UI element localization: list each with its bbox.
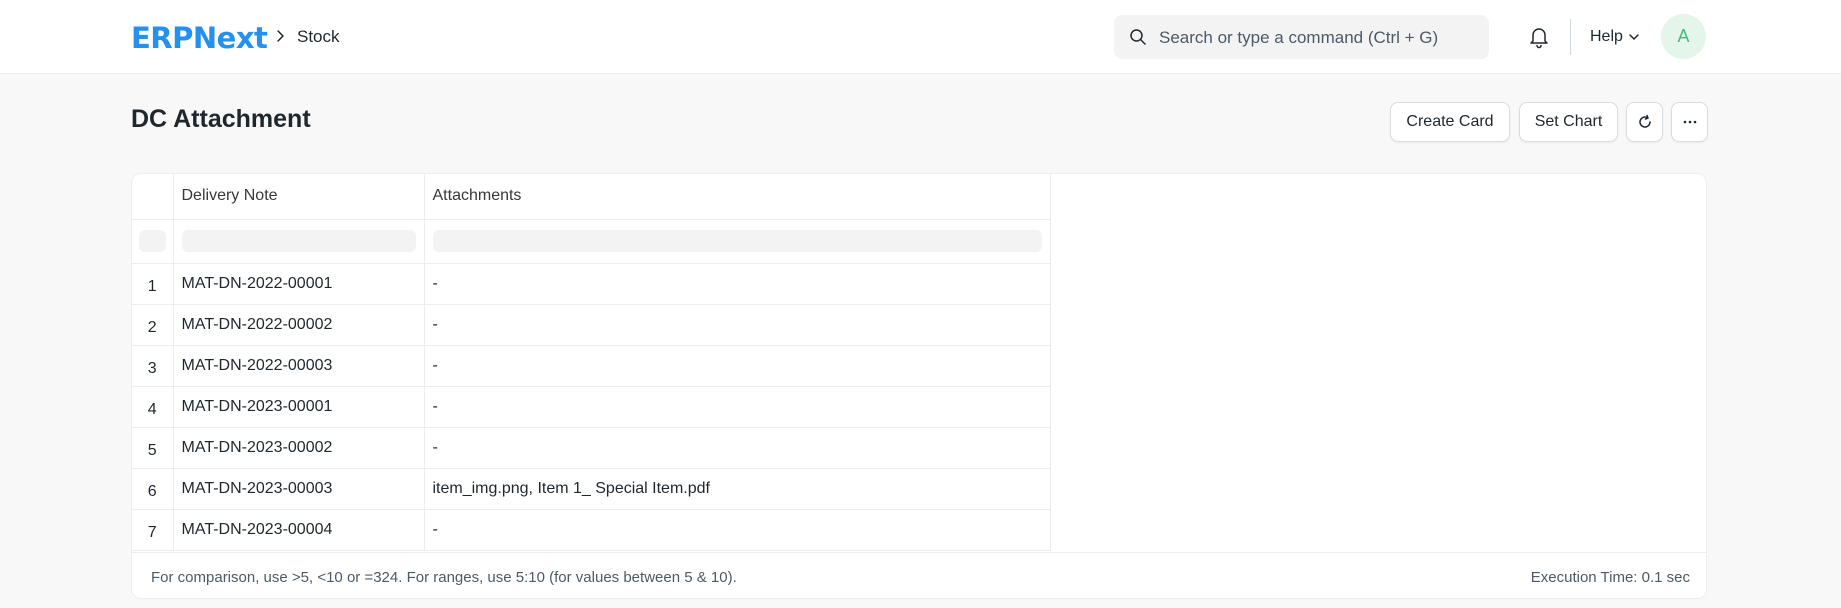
execution-time: Execution Time: 0.1 sec — [1530, 569, 1690, 586]
breadcrumb-stock[interactable]: Stock — [297, 26, 340, 48]
row-index: 4 — [132, 386, 174, 428]
table-row: 5 MAT-DN-2023-00002 - — [132, 427, 1051, 469]
attachments-cell[interactable]: - — [424, 427, 1051, 469]
delivery-note-cell[interactable]: MAT-DN-2022-00002 — [173, 304, 425, 346]
row-index-header — [132, 174, 174, 220]
refresh-icon — [1638, 114, 1651, 128]
delivery-note-cell[interactable]: MAT-DN-2023-00004 — [173, 509, 425, 551]
attachments-cell[interactable]: - — [424, 509, 1051, 551]
row-index: 3 — [132, 345, 174, 387]
column-header-attachments[interactable]: Attachments — [424, 174, 1051, 220]
search-input[interactable]: Search or type a command (Ctrl + G) — [1159, 27, 1438, 49]
delivery-note-cell[interactable]: MAT-DN-2023-00002 — [173, 427, 425, 469]
search-icon — [1130, 29, 1146, 45]
attachments-cell[interactable]: - — [424, 386, 1051, 428]
row-index: 7 — [132, 509, 174, 551]
search-bar[interactable]: Search or type a command (Ctrl + G) — [1114, 15, 1489, 59]
chevron-right-icon — [277, 30, 284, 42]
table-row: 6 MAT-DN-2023-00003 item_img.png, Item 1… — [132, 468, 1051, 510]
delivery-note-cell[interactable]: MAT-DN-2023-00001 — [173, 386, 425, 428]
table-row: 4 MAT-DN-2023-00001 - — [132, 386, 1051, 428]
attachments-cell[interactable]: - — [424, 304, 1051, 346]
avatar[interactable]: A — [1661, 14, 1706, 59]
column-header-delivery-note[interactable]: Delivery Note — [173, 174, 425, 220]
more-icon — [1683, 120, 1696, 124]
more-actions-button[interactable] — [1671, 102, 1708, 142]
row-index: 5 — [132, 427, 174, 469]
set-chart-button[interactable]: Set Chart — [1519, 102, 1618, 142]
delivery-note-cell[interactable]: MAT-DN-2023-00003 — [173, 468, 425, 510]
attachments-cell[interactable]: item_img.png, Item 1_ Special Item.pdf — [424, 468, 1051, 510]
filter-hint: For comparison, use >5, <10 or =324. For… — [151, 569, 737, 586]
row-index: 2 — [132, 304, 174, 346]
index-filter — [139, 230, 166, 252]
attachments-cell[interactable]: - — [424, 263, 1051, 305]
row-index: 6 — [132, 468, 174, 510]
erpnext-logo[interactable]: ERPNext — [131, 22, 268, 54]
table-header-row: Delivery Note Attachments — [132, 174, 1051, 220]
delivery-note-cell[interactable]: MAT-DN-2022-00003 — [173, 345, 425, 387]
table-row: 3 MAT-DN-2022-00003 - — [132, 345, 1051, 387]
delivery-note-cell[interactable]: MAT-DN-2022-00001 — [173, 263, 425, 305]
report-card: Delivery Note Attachments 1 MAT-DN-2022-… — [131, 173, 1707, 599]
navbar-divider — [1570, 19, 1571, 55]
report-footer: For comparison, use >5, <10 or =324. For… — [132, 552, 1706, 598]
attachments-filter-input[interactable] — [432, 230, 1042, 252]
row-index: 1 — [132, 263, 174, 305]
help-menu[interactable]: Help — [1590, 27, 1623, 47]
bell-icon[interactable] — [1528, 25, 1550, 49]
create-card-button[interactable]: Create Card — [1390, 102, 1510, 142]
table-row: 7 MAT-DN-2023-00004 - — [132, 509, 1051, 551]
navbar: ERPNext Stock Search or type a command (… — [0, 0, 1841, 74]
table-row: 2 MAT-DN-2022-00002 - — [132, 304, 1051, 346]
refresh-button[interactable] — [1626, 102, 1663, 142]
attachments-cell[interactable]: - — [424, 345, 1051, 387]
chevron-down-icon[interactable] — [1628, 31, 1640, 43]
report-table: Delivery Note Attachments 1 MAT-DN-2022-… — [132, 174, 1051, 551]
table-row: 1 MAT-DN-2022-00001 - — [132, 263, 1051, 305]
page-title: DC Attachment — [131, 105, 311, 133]
filter-row — [132, 219, 1051, 264]
delivery-note-filter-input[interactable] — [181, 230, 416, 252]
